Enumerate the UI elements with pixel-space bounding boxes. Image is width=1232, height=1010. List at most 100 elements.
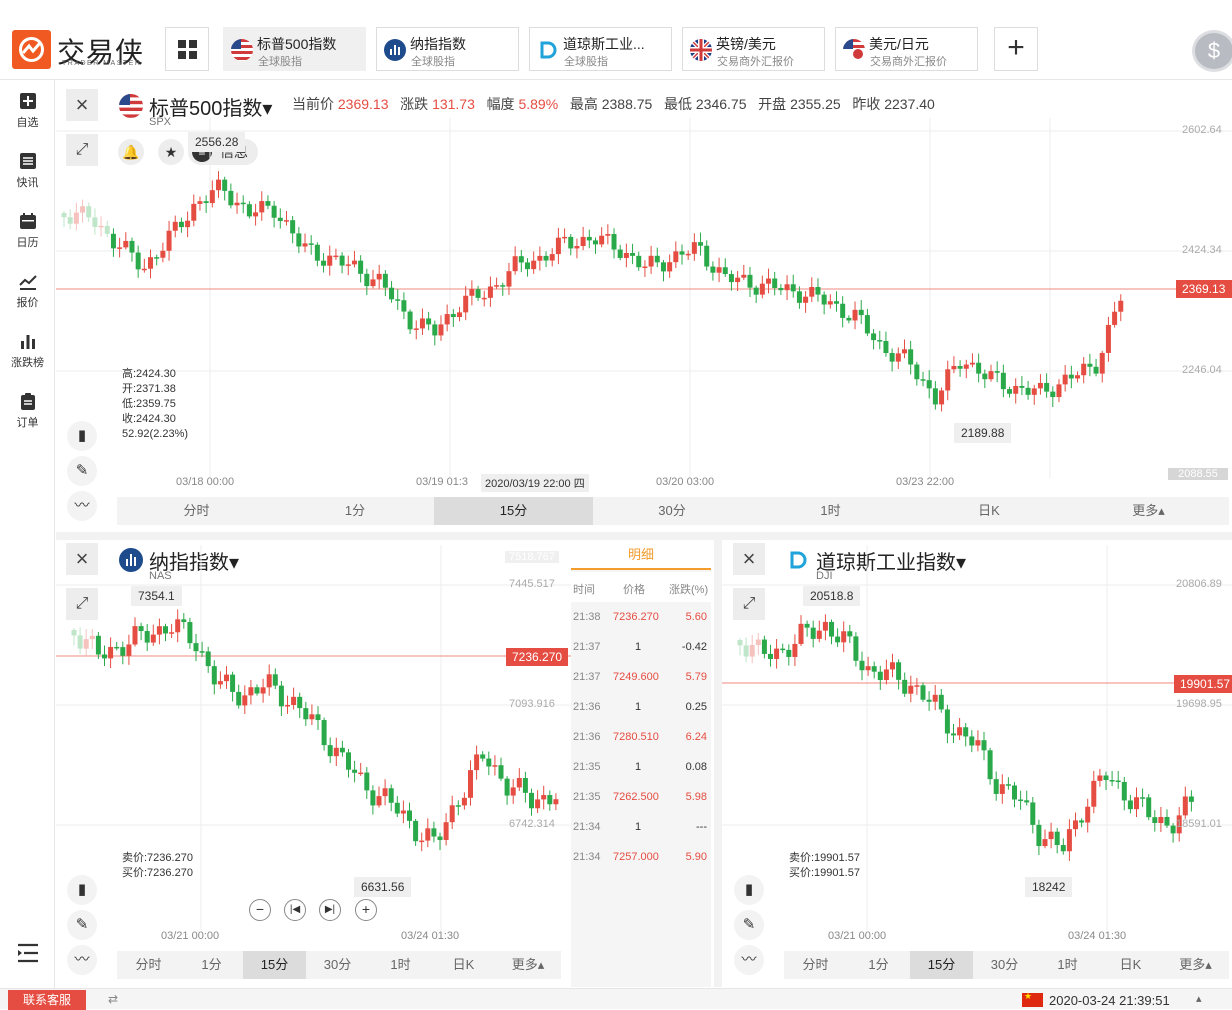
detail-time: 21:35 [573,791,601,803]
candle-body [401,300,407,312]
pencil-icon[interactable]: ✎ [67,456,97,486]
tab-dji[interactable]: 道琼斯工业... 全球股指 [529,27,672,71]
tf-option[interactable]: 1分 [276,497,434,525]
candle-type-icon[interactable]: ▮ [67,421,97,451]
max-label: 2556.28 [188,132,246,152]
indicator-icon[interactable]: 〰 [734,945,764,975]
tf-option[interactable]: 日K [1099,951,1162,979]
tf-option[interactable]: 日K [910,497,1068,525]
zoom-in-icon[interactable]: + [355,899,377,921]
candle-body [1112,311,1118,325]
candle-body [358,772,364,775]
sidebar-item-ranking[interactable]: 涨跌榜 [0,332,55,370]
candle-body [150,634,156,643]
candle-body [810,627,816,639]
candle-body [230,674,236,692]
contact-support-button[interactable]: 联系客服 [8,990,86,1010]
candle-body [95,635,101,655]
tf-option[interactable]: 1时 [1036,951,1099,979]
candle-body [1115,780,1121,783]
connection-icon[interactable]: ⇄ [108,992,118,1006]
add-icon [19,93,36,109]
timeframe-bar: 分时 1分 15分 30分 1时 日K 更多▴ [117,951,561,979]
cursor-time-label: 2020/03/19 22:00 四 [481,474,589,492]
tf-option[interactable]: 分时 [117,497,276,525]
tf-option[interactable]: 日K [432,951,495,979]
tf-option[interactable]: 30分 [973,951,1036,979]
tab-gbpusd[interactable]: 英镑/美元 交易商外汇报价 [682,27,825,71]
sidebar-item-news[interactable]: 快讯 [0,152,55,190]
detail-row: 21:34 7257.000 5.90 [571,842,711,872]
detail-price: 7262.500 [613,791,659,803]
candle-body [455,805,461,807]
tf-option[interactable]: 15分 [434,497,593,525]
chevron-up-icon[interactable]: ▴ [1196,992,1202,1005]
dollar-icon[interactable]: $ [1192,30,1232,72]
skip-back-icon[interactable]: |◀ [284,899,306,921]
tf-option[interactable]: 30分 [306,951,369,979]
pencil-icon[interactable]: ✎ [734,910,764,940]
candle-type-icon[interactable]: ▮ [734,875,764,905]
candle-body [1103,775,1109,781]
candle-body [1056,384,1062,398]
tab-usdjpy[interactable]: 美元/日元 交易商外汇报价 [835,27,978,71]
tf-option[interactable]: 分时 [784,951,847,979]
candle-body [679,251,685,255]
tf-more[interactable]: 更多▴ [1068,497,1229,525]
sidebar-item-orders[interactable]: 订单 [0,392,55,430]
tf-option[interactable]: 1时 [369,951,432,979]
close-panel-button[interactable]: × [66,89,98,121]
candle-body [822,621,828,631]
layout-grid-button[interactable] [165,27,209,71]
indicator-icon[interactable]: 〰 [67,945,97,975]
max-label: 7354.1 [131,586,182,606]
timeframe-bar: 分时 1分 15分 30分 1时 日K 更多▴ [784,951,1229,979]
tf-option[interactable]: 分时 [117,951,180,979]
candle-body [138,626,144,632]
tf-option[interactable]: 1分 [180,951,243,979]
tf-option[interactable]: 1时 [751,497,910,525]
sidebar-item-calendar[interactable]: 日历 [0,212,55,250]
tab-nas[interactable]: 纳指指数 全球股指 [376,27,519,71]
pencil-icon[interactable]: ✎ [67,910,97,940]
candle-body [1005,784,1011,786]
add-tab-button[interactable]: + [994,27,1038,71]
menu-toggle[interactable] [0,942,55,968]
indicator-icon[interactable]: 〰 [67,491,97,521]
spx-candlestick-chart[interactable] [56,118,1232,478]
zoom-out-icon[interactable]: − [249,899,271,921]
tf-more[interactable]: 更多▴ [495,951,561,979]
candle-body [1075,375,1081,379]
candle-body [914,364,920,380]
candle-body [407,311,413,330]
sidebar-item-quotes[interactable]: 报价 [0,272,55,310]
candle-body [108,646,114,659]
detail-price: 7236.270 [613,611,659,623]
tf-option[interactable]: 30分 [593,497,751,525]
sidebar-item-watchlist[interactable]: 自选 [0,92,55,130]
candle-body [475,289,481,298]
tab-spx[interactable]: 标普500指数 全球股指 [223,27,366,71]
tab-detail[interactable]: 明细 [571,540,711,570]
candle-body [562,236,568,239]
candle-body [175,619,181,633]
candle-body [864,315,870,334]
candle-body [510,787,516,796]
candle-body [487,286,493,298]
candle-body [461,797,467,806]
candle-body [333,255,339,258]
tf-more[interactable]: 更多▴ [1162,951,1229,979]
tf-option[interactable]: 15分 [243,951,306,979]
tf-option[interactable]: 1分 [847,951,910,979]
candle-body [345,264,351,266]
skip-forward-icon[interactable]: ▶| [319,899,341,921]
tf-option[interactable]: 15分 [910,951,973,979]
candle-body [71,630,77,636]
candle-body [187,622,193,644]
candle-type-icon[interactable]: ▮ [67,875,97,905]
y-axis-label: 2246.04 [1182,364,1222,376]
candle-body [605,234,611,236]
candle-body [815,286,821,295]
candle-body [938,694,944,710]
candle-body [205,651,211,667]
